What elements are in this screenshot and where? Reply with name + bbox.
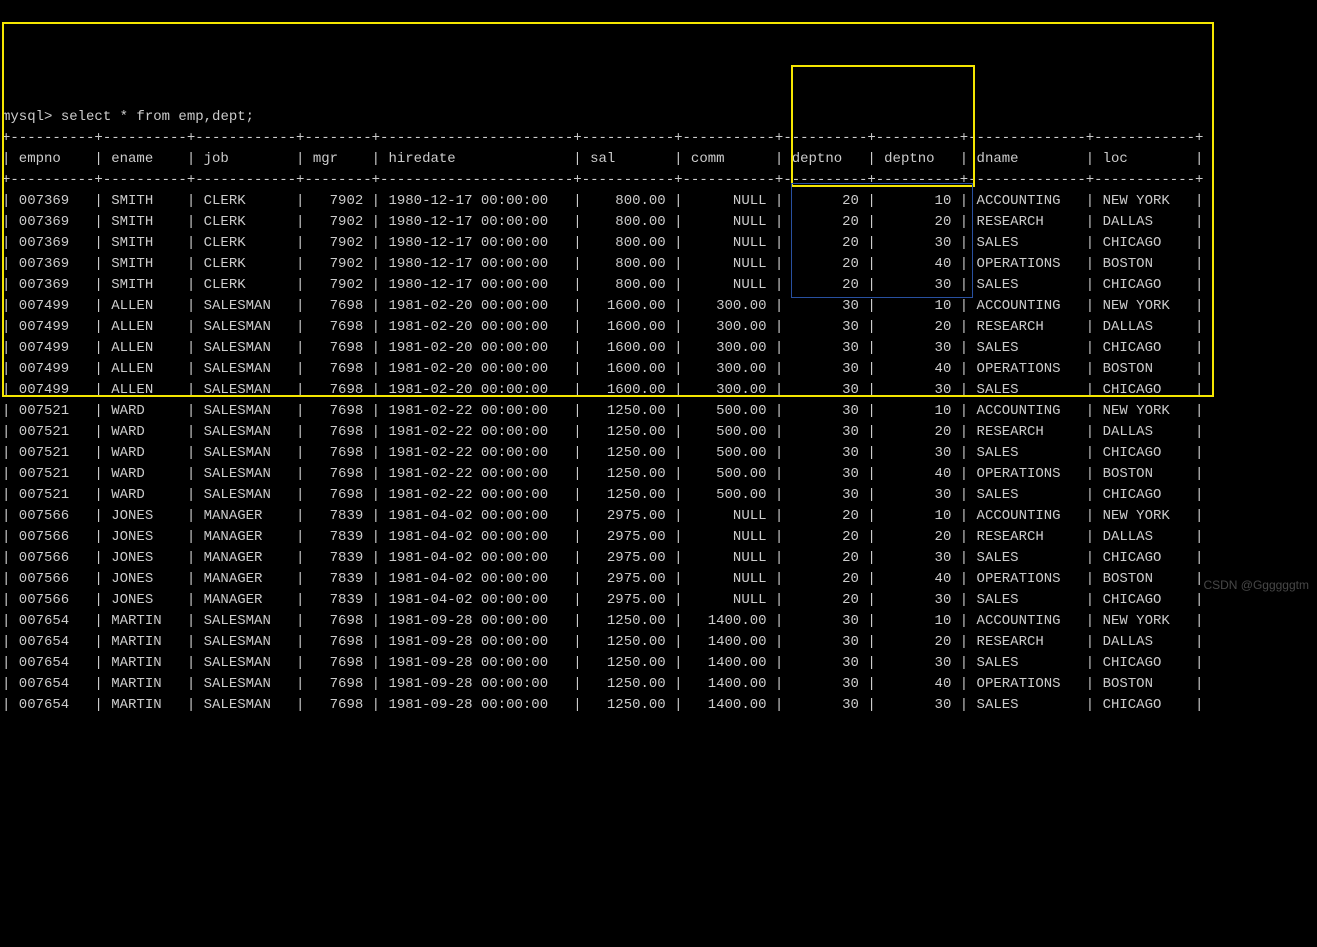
terminal-output: mysql> select * from emp,dept; +--------… (0, 84, 1317, 716)
result-table: +----------+----------+------------+----… (2, 130, 1203, 713)
mysql-prompt: mysql> (2, 109, 61, 125)
watermark: CSDN @Ggggggtm (1203, 576, 1309, 594)
sql-query: select * from emp,dept; (61, 109, 254, 125)
